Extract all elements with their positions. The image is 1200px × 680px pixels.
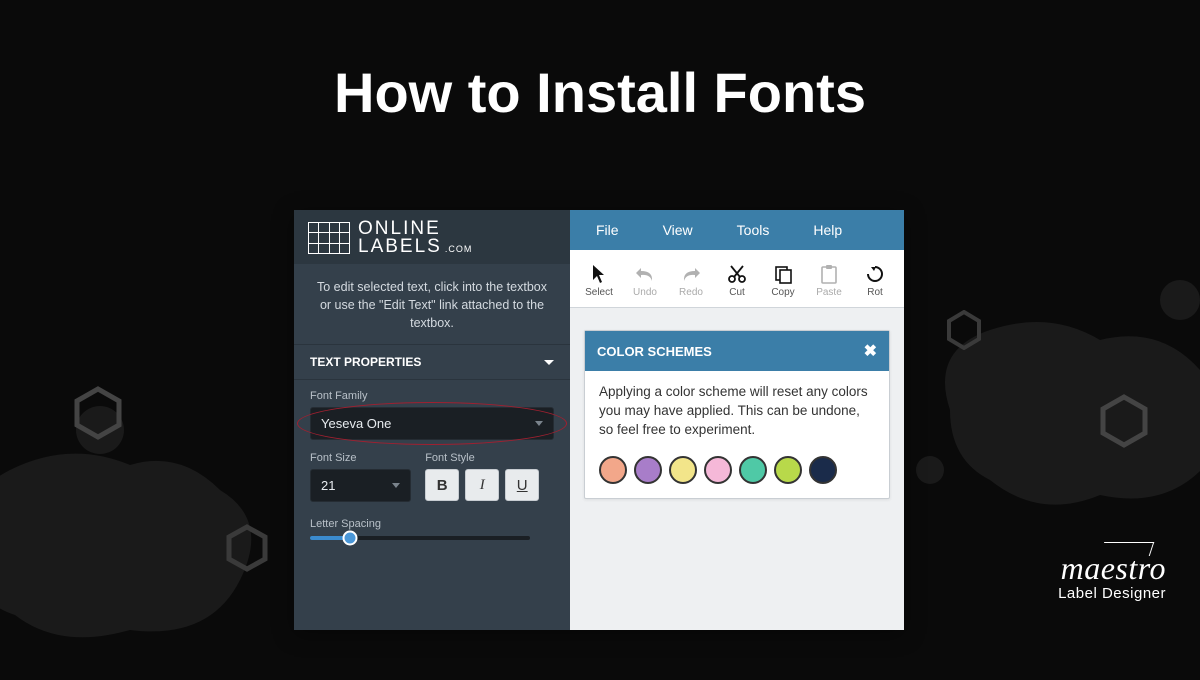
font-family-label: Font Family [310,390,554,402]
swatch-2[interactable] [634,456,662,484]
close-icon[interactable]: ✖ [864,341,877,361]
swatch-4[interactable] [704,456,732,484]
swatch-5[interactable] [739,456,767,484]
font-style-label: Font Style [425,452,554,464]
scissors-icon [727,263,747,285]
bold-button[interactable]: B [425,469,459,501]
chevron-down-icon [392,483,400,488]
tool-copy[interactable]: Copy [762,263,804,298]
swatch-3[interactable] [669,456,697,484]
tool-paste[interactable]: Paste [808,263,850,298]
tool-cut[interactable]: Cut [716,263,758,298]
paste-icon [820,263,838,285]
swatch-6[interactable] [774,456,802,484]
tool-redo[interactable]: Redo [670,263,712,298]
font-family-value: Yeseva One [321,416,391,431]
hexagon-decoration [1100,394,1148,448]
font-size-select[interactable]: 21 [310,469,411,502]
color-schemes-panel: COLOR SCHEMES ✖ Applying a color scheme … [584,330,890,499]
redo-icon [681,263,701,285]
tool-undo[interactable]: Undo [624,263,666,298]
menu-view[interactable]: View [641,212,715,248]
menu-help[interactable]: Help [791,212,864,248]
tool-select[interactable]: Select [578,263,620,298]
logo: ONLINE LABELS.COM [294,210,570,264]
italic-button[interactable]: I [465,469,499,501]
sidebar-help-text: To edit selected text, click into the te… [294,264,570,344]
rotate-icon [865,263,885,285]
letter-spacing-slider[interactable] [310,536,530,540]
brand-sub: Label Designer [1058,585,1166,602]
section-title: TEXT PROPERTIES [310,355,421,369]
swatch-1[interactable] [599,456,627,484]
page-title: How to Install Fonts [0,60,1200,125]
font-family-select[interactable]: Yeseva One [310,407,554,440]
panel-header: COLOR SCHEMES ✖ [585,331,889,371]
chevron-down-icon [544,360,554,365]
chevron-down-icon [535,421,543,426]
letter-spacing-label: Letter Spacing [310,518,554,530]
underline-button[interactable]: U [505,469,539,501]
slider-thumb[interactable] [342,531,357,546]
app-window: ONLINE LABELS.COM To edit selected text,… [294,210,904,630]
undo-icon [635,263,655,285]
panel-title: COLOR SCHEMES [597,344,712,359]
panel-body-text: Applying a color scheme will reset any c… [585,371,889,452]
copy-icon [773,263,793,285]
main-area: File View Tools Help Select Undo Redo Cu… [570,210,904,630]
font-size-label: Font Size [310,452,411,464]
hexagon-decoration [74,386,122,440]
logo-line2: LABELS [358,238,442,256]
canvas-area: COLOR SCHEMES ✖ Applying a color scheme … [570,308,904,630]
tool-rotate[interactable]: Rot [854,263,896,298]
cursor-icon [591,263,607,285]
color-swatches [585,452,889,498]
hexagon-decoration [946,310,982,350]
text-properties-header[interactable]: TEXT PROPERTIES [294,344,570,380]
menu-tools[interactable]: Tools [715,212,792,248]
menubar: File View Tools Help [570,210,904,250]
logo-grid-icon [308,222,350,254]
hexagon-decoration [226,524,268,572]
font-size-value: 21 [321,478,335,493]
maestro-logo: maestro Label Designer [1058,550,1166,602]
sidebar: ONLINE LABELS.COM To edit selected text,… [294,210,570,630]
swatch-7[interactable] [809,456,837,484]
logo-suffix: .COM [445,245,473,254]
menu-file[interactable]: File [574,212,641,248]
toolbar: Select Undo Redo Cut Copy Paste [570,250,904,308]
